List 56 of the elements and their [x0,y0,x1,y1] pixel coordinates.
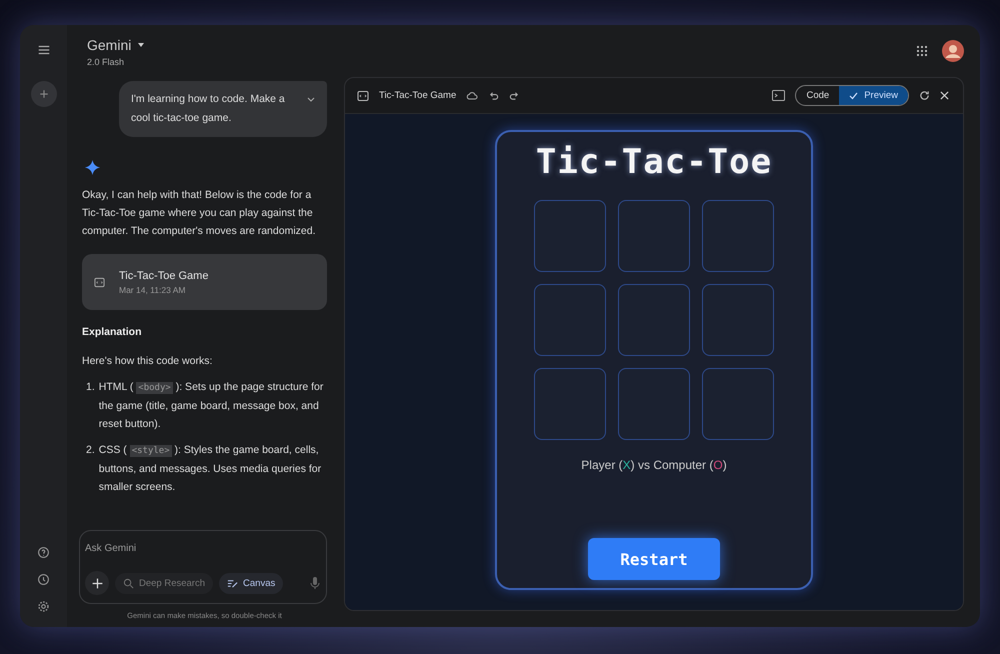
chevron-icon[interactable] [307,97,315,103]
board-cell[interactable] [618,368,690,440]
board-cell[interactable] [534,368,606,440]
status-text: Player (X) vs Computer (O) [581,458,727,472]
app-title[interactable]: Gemini [87,37,132,53]
prompt-input[interactable]: Ask Gemini [85,539,320,558]
tool-chip[interactable]: Deep Research [115,572,214,594]
section-heading: Explanation [82,326,143,338]
board-cell[interactable] [534,284,606,356]
redo-icon[interactable] [509,90,520,101]
pen-lines-icon [227,578,238,588]
microphone-icon[interactable] [310,576,320,590]
refresh-icon[interactable] [919,90,930,101]
code-icon [357,90,369,102]
list-number: 2. [86,443,95,458]
board-cell[interactable] [702,200,774,272]
tool-chip[interactable]: Canvas [219,572,284,594]
model-label: 2.0 Flash [87,57,126,67]
plus-icon [90,576,104,590]
reply-text: Okay, I can help with that! Below is the code for a Tic-Tac-Toe game where you can play against the computer. The computer's moves are randomized. [82,188,317,239]
list-item-text: HTML ( <body> ): Sets up the page structure for the game (title, game board, message box, and reset button). [98,380,324,432]
list-number: 1. [86,380,95,395]
board-cell[interactable] [534,200,606,272]
artifact-card[interactable]: Tic-Tac-Toe Game Mar 14, 11:23 AM [82,254,327,310]
view-toggle[interactable]: Preview [839,86,908,105]
list-item-text: CSS ( <style> ): Styles the game board, cells, buttons, and messages. Uses media queries for smaller screens. [98,443,322,495]
artifact-date: Mar 14, 11:23 AM [119,284,186,294]
lead-text: Here's how this code works: [82,354,214,369]
cloud-icon[interactable] [466,90,478,100]
code-icon [94,276,105,288]
close-icon[interactable] [940,91,949,100]
sparkle-icon [84,159,101,176]
user-message-text: I'm learning how to code. Make a cool tic-tac-toe game. [131,92,286,126]
restart-button[interactable]: Restart [588,538,720,580]
settings-icon[interactable] [37,600,50,613]
board-cell[interactable] [618,284,690,356]
avatar[interactable] [942,40,964,62]
apps-grid-icon[interactable] [916,45,928,57]
check-icon [849,92,858,100]
view-toggle[interactable]: Code [796,86,840,105]
new-chat-button[interactable] [30,81,56,107]
artifact-title: Tic-Tac-Toe Game [119,270,208,282]
board-cell[interactable] [702,368,774,440]
help-icon[interactable] [37,546,50,559]
board-cell[interactable] [702,284,774,356]
history-icon[interactable] [37,573,50,586]
caret-icon[interactable] [137,42,146,48]
game-title: Tic-Tac-Toe [536,142,772,182]
console-icon[interactable] [772,90,786,101]
add-button[interactable] [85,571,109,595]
board-cell[interactable] [618,200,690,272]
plus-icon [38,88,50,100]
canvas-title: Tic-Tac-Toe Game [379,90,456,101]
search-icon [123,578,134,588]
undo-icon[interactable] [488,90,500,101]
menu-icon[interactable] [36,43,50,57]
